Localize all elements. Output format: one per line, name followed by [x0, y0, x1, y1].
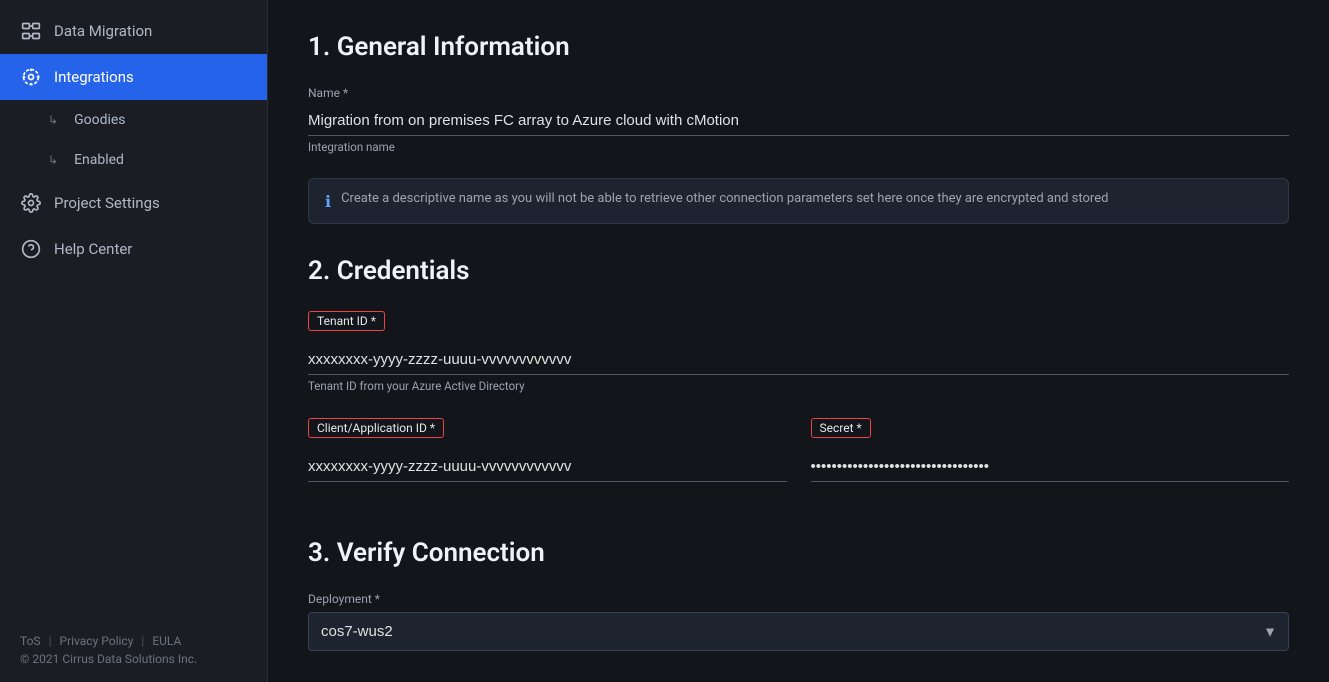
section2-title: 2. Credentials — [308, 256, 1289, 286]
name-field-group: Name * Integration name — [308, 86, 1289, 154]
section1-title: 1. General Information — [308, 32, 1289, 62]
help-icon — [20, 238, 42, 260]
privacy-link[interactable]: Privacy Policy — [60, 634, 134, 648]
sidebar-item-label: Enabled — [74, 152, 124, 168]
sub-arrow-icon: ↳ — [48, 113, 58, 127]
secret-input[interactable] — [811, 452, 1290, 482]
sidebar-item-integrations[interactable]: Integrations — [0, 54, 267, 100]
sidebar-item-enabled[interactable]: ↳ Enabled — [0, 140, 267, 180]
sidebar-item-label: Integrations — [54, 68, 134, 86]
sidebar-item-label: Goodies — [74, 112, 125, 128]
info-box: ℹ Create a descriptive name as you will … — [308, 178, 1289, 224]
sidebar-footer: ToS | Privacy Policy | EULA © 2021 Cirru… — [0, 618, 267, 682]
client-id-field-group: Client/Application ID * — [308, 417, 787, 482]
sidebar-item-goodies[interactable]: ↳ Goodies — [0, 100, 267, 140]
sidebar-item-label: Project Settings — [54, 194, 160, 212]
eula-link[interactable]: EULA — [152, 634, 181, 648]
sidebar-item-help-center[interactable]: Help Center — [0, 226, 267, 272]
info-icon: ℹ — [325, 192, 331, 211]
sidebar-item-label: Data Migration — [54, 22, 152, 40]
tos-link[interactable]: ToS — [20, 634, 41, 648]
tenant-id-field-group: Tenant ID * Tenant ID from your Azure Ac… — [308, 310, 1289, 393]
deployment-label: Deployment * — [308, 592, 1289, 606]
integrations-icon — [20, 66, 42, 88]
sidebar-item-label: Help Center — [54, 240, 132, 258]
sidebar-item-project-settings[interactable]: Project Settings — [0, 180, 267, 226]
name-hint: Integration name — [308, 140, 1289, 154]
tenant-id-hint: Tenant ID from your Azure Active Directo… — [308, 379, 1289, 393]
client-id-input[interactable] — [308, 452, 787, 482]
name-label: Name * — [308, 86, 1289, 100]
credentials-row: Client/Application ID * Secret * — [308, 417, 1289, 506]
name-input[interactable] — [308, 106, 1289, 136]
copyright-text: © 2021 Cirrus Data Solutions Inc. — [20, 652, 247, 666]
tenant-id-label: Tenant ID * — [308, 311, 385, 331]
sidebar-item-data-migration[interactable]: Data Migration — [0, 8, 267, 54]
secret-field-group: Secret * — [811, 417, 1290, 482]
client-id-label: Client/Application ID * — [308, 418, 444, 438]
main-content: 1. General Information Name * Integratio… — [268, 0, 1329, 682]
deployment-select-wrapper: cos7-wus2 cos7-eus cos7-weu ▼ — [308, 612, 1289, 651]
deployment-select[interactable]: cos7-wus2 cos7-eus cos7-weu — [308, 612, 1289, 651]
tenant-id-input[interactable] — [308, 345, 1289, 375]
deployment-field-group: Deployment * cos7-wus2 cos7-eus cos7-weu… — [308, 592, 1289, 651]
section3-title: 3. Verify Connection — [308, 538, 1289, 568]
secret-label: Secret * — [811, 418, 871, 438]
migration-icon — [20, 20, 42, 42]
sub-arrow-icon: ↳ — [48, 153, 58, 167]
settings-icon — [20, 192, 42, 214]
info-text: Create a descriptive name as you will no… — [341, 191, 1108, 206]
sidebar: Data Migration Integrations ↳ Goodies ↳ … — [0, 0, 268, 682]
